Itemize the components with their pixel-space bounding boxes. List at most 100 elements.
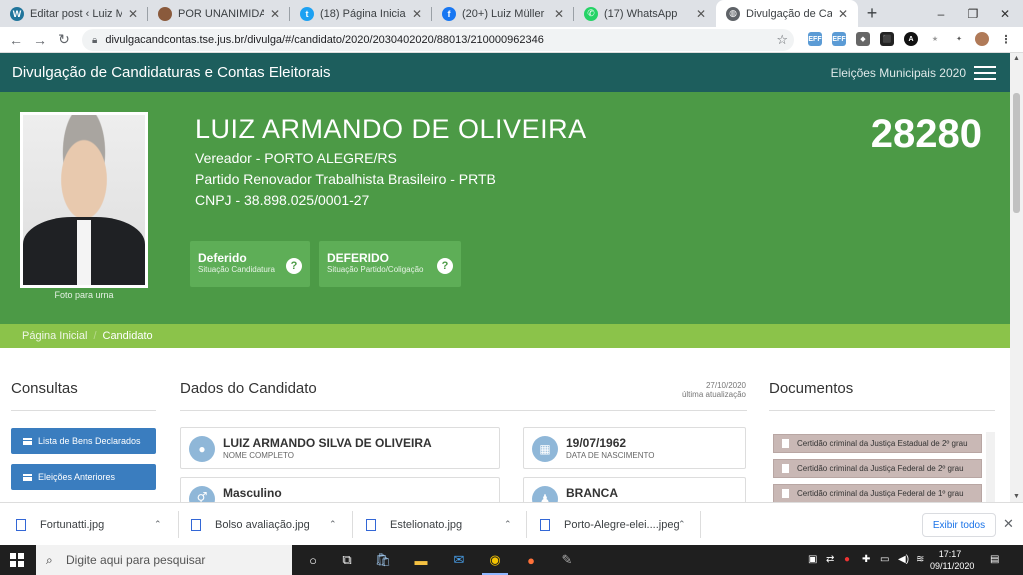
- notification-icon[interactable]: ▤: [990, 554, 999, 565]
- file-icon: [782, 464, 789, 473]
- extension-icon[interactable]: A: [904, 32, 918, 46]
- extension-icon[interactable]: ◆: [856, 32, 870, 46]
- maximize-button[interactable]: ❐: [957, 0, 989, 27]
- candidate-office: Vereador - PORTO ALEGRE/RS: [195, 150, 397, 166]
- taskbar-search-field[interactable]: ⌕ Digite aqui para pesquisar: [36, 545, 292, 575]
- tab-title: (17) WhatsApp: [604, 7, 678, 20]
- extension-icon[interactable]: ⬛: [880, 32, 894, 46]
- extension-icon[interactable]: EFF: [832, 32, 846, 46]
- new-tab-button[interactable]: +: [858, 0, 886, 27]
- chrome-icon[interactable]: ◉: [478, 545, 512, 575]
- help-icon[interactable]: ?: [437, 258, 453, 274]
- breadcrumb-home[interactable]: Página Inicial: [22, 330, 87, 342]
- chevron-up-icon[interactable]: ⌃: [504, 519, 512, 530]
- file-explorer-icon[interactable]: ▬: [404, 545, 438, 575]
- file-icon: [782, 439, 789, 448]
- field-card-birthdate: ▦ 19/07/1962 DATA DE NASCIMENTO: [523, 427, 746, 469]
- browser-tab[interactable]: t (18) Página Inicial / Twitter ✕: [290, 0, 432, 27]
- volume-icon[interactable]: ◀): [898, 554, 909, 565]
- chevron-up-icon[interactable]: ⌃: [678, 519, 686, 530]
- bens-declarados-button[interactable]: Lista de Bens Declarados: [11, 428, 156, 454]
- eleicoes-anteriores-button[interactable]: Eleições Anteriores: [11, 464, 156, 490]
- candidate-name: LUIZ ARMANDO DE OLIVEIRA: [195, 114, 587, 144]
- divider: [11, 410, 156, 411]
- download-item[interactable]: Estelionato.jpg ⌃: [366, 503, 526, 546]
- windows-taskbar: ⌕ Digite aqui para pesquisar ○ ⧉ 🛍︎ ▬ ✉ …: [0, 545, 1023, 575]
- close-icon[interactable]: ✕: [268, 7, 282, 21]
- battery-icon[interactable]: ▭: [880, 554, 889, 565]
- extension-icon[interactable]: ★: [928, 32, 942, 46]
- tab-title: POR UNANIMIDADE, TJ: [178, 7, 264, 20]
- puzzle-icon[interactable]: ✦: [952, 32, 966, 46]
- hamburger-menu-icon[interactable]: [974, 65, 996, 80]
- wordpress-icon: W: [10, 6, 24, 21]
- network-icon[interactable]: ≋: [916, 554, 924, 565]
- download-item[interactable]: Fortunatti.jpg ⌃: [16, 503, 176, 546]
- close-icon[interactable]: ✕: [694, 7, 708, 21]
- profile-avatar[interactable]: [975, 32, 989, 46]
- tab-title: Editar post ‹ Luiz Müller: [30, 7, 122, 20]
- document-item[interactable]: Certidão criminal da Justiça Federal de …: [773, 484, 982, 502]
- browser-tab[interactable]: W Editar post ‹ Luiz Müller ✕: [0, 0, 148, 27]
- tray-icon[interactable]: ▣: [808, 554, 817, 565]
- scrollbar-thumb[interactable]: [1013, 93, 1020, 213]
- back-icon[interactable]: ←: [4, 32, 28, 48]
- browser-tab[interactable]: f (20+) Luiz Müller | Facebook ✕: [432, 0, 574, 27]
- whatsapp-icon: ✆: [584, 6, 598, 21]
- candidate-cnpj: CNPJ - 38.898.025/0001-27: [195, 192, 370, 208]
- store-icon[interactable]: 🛍︎: [366, 545, 400, 575]
- url-field[interactable]: 🔒︎ divulgacandcontas.tse.jus.br/divulga/…: [82, 29, 794, 51]
- scroll-down-icon[interactable]: ▼: [1013, 493, 1020, 500]
- browser-tab-active[interactable]: ◍ Divulgação de Candidatos ✕: [716, 0, 858, 27]
- forward-icon[interactable]: →: [28, 32, 52, 48]
- close-icon[interactable]: ✕: [410, 7, 424, 21]
- candidate-hero: Foto para urna LUIZ ARMANDO DE OLIVEIRA …: [0, 92, 1010, 324]
- close-icon[interactable]: ✕: [552, 7, 566, 21]
- site-brand[interactable]: Divulgação de Candidaturas e Contas Elei…: [12, 64, 331, 81]
- help-icon[interactable]: ?: [286, 258, 302, 274]
- tray-icon[interactable]: ●: [844, 554, 850, 565]
- field-value: LUIZ ARMANDO SILVA DE OLIVEIRA: [223, 436, 432, 450]
- scroll-up-icon[interactable]: ▲: [1013, 55, 1020, 62]
- tray-icon[interactable]: ✚: [862, 554, 870, 565]
- file-icon: [191, 518, 201, 531]
- chevron-up-icon[interactable]: ⌃: [154, 519, 162, 530]
- close-icon[interactable]: ✕: [1003, 516, 1014, 532]
- windows-start-icon[interactable]: [10, 553, 24, 567]
- extension-icon[interactable]: EFF: [808, 32, 822, 46]
- field-label: DATA DE NASCIMENTO: [566, 451, 655, 460]
- updated-date: 27/10/2020: [705, 381, 746, 390]
- show-all-downloads-button[interactable]: Exibir todos: [922, 513, 996, 537]
- mail-icon[interactable]: ✉: [442, 545, 476, 575]
- download-item[interactable]: Porto-Alegre-elei....jpeg ⌃: [540, 503, 700, 546]
- divider: [352, 511, 353, 538]
- task-view-icon[interactable]: ⧉: [330, 545, 364, 575]
- close-window-button[interactable]: ✕: [989, 0, 1021, 27]
- downloads-bar: Fortunatti.jpg ⌃ Bolso avaliação.jpg ⌃ E…: [0, 502, 1023, 545]
- close-icon[interactable]: ✕: [836, 7, 850, 21]
- taskbar-clock[interactable]: 17:17 09/11/2020: [930, 548, 975, 572]
- documents-list: Certidão criminal da Justiça Estadual de…: [769, 428, 995, 502]
- minimize-button[interactable]: –: [925, 0, 957, 27]
- close-icon[interactable]: ✕: [126, 7, 140, 21]
- clock-date: 09/11/2020: [930, 561, 975, 571]
- site-header: Divulgação de Candidaturas e Contas Elei…: [0, 53, 1010, 92]
- cortana-icon[interactable]: ○: [296, 545, 330, 575]
- browser-tab[interactable]: ✆ (17) WhatsApp ✕: [574, 0, 716, 27]
- search-placeholder: Digite aqui para pesquisar: [66, 553, 206, 567]
- candidate-photo: [20, 112, 148, 288]
- menu-dots-icon[interactable]: ⋮: [999, 32, 1013, 46]
- bookmark-star-icon[interactable]: ☆: [776, 32, 788, 48]
- reload-icon[interactable]: ↻: [52, 31, 76, 48]
- document-item[interactable]: Certidão criminal da Justiça Estadual de…: [773, 434, 982, 453]
- browser-tab[interactable]: POR UNANIMIDADE, TJ ✕: [148, 0, 290, 27]
- paint-icon[interactable]: ✎: [550, 545, 584, 575]
- chevron-up-icon[interactable]: ⌃: [329, 519, 337, 530]
- download-item[interactable]: Bolso avaliação.jpg ⌃: [191, 503, 351, 546]
- tray-icon[interactable]: ⇄: [826, 554, 834, 565]
- page-scrollbar[interactable]: ▲ ▼: [1010, 53, 1023, 502]
- firefox-icon[interactable]: ●: [514, 545, 548, 575]
- document-item[interactable]: Certidão criminal da Justiça Federal de …: [773, 459, 982, 478]
- divider: [178, 511, 179, 538]
- documents-scrollbar[interactable]: [986, 432, 995, 502]
